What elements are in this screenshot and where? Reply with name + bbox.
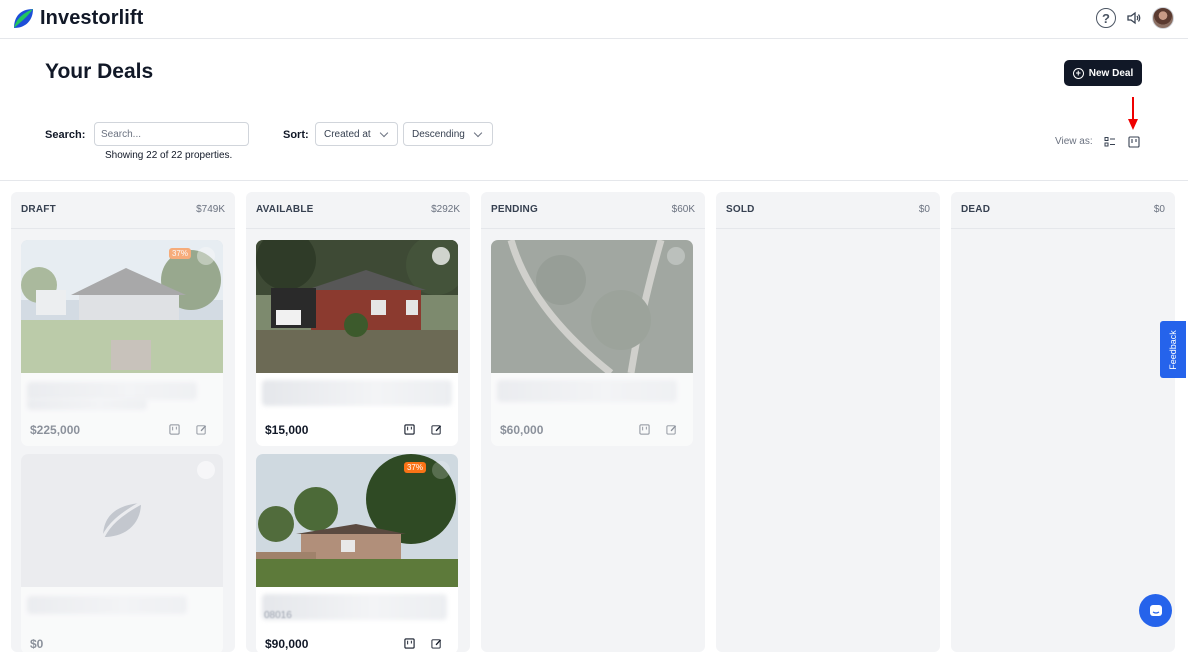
sort-label: Sort: (283, 129, 309, 141)
deal-card[interactable]: $0 (21, 454, 223, 654)
divider (716, 228, 940, 229)
property-photo (491, 240, 693, 373)
board-icon[interactable] (169, 424, 180, 435)
divider (0, 180, 1188, 181)
column-name: AVAILABLE (256, 204, 314, 215)
deal-price: $60,000 (500, 423, 544, 437)
feedback-tab[interactable]: Feedback (1160, 321, 1186, 378)
blurred-address (262, 380, 452, 406)
column-header: DEAD $0 (961, 204, 1165, 215)
discount-badge: 37% (403, 462, 426, 473)
board-view-icon[interactable] (1128, 136, 1140, 148)
top-bar: Investorlift ? (0, 0, 1188, 39)
column-dead: DEAD $0 (951, 192, 1175, 652)
deal-card[interactable]: 37% $225,000 (21, 240, 223, 446)
app-name: Investorlift (40, 6, 144, 29)
property-photo (256, 240, 458, 373)
deal-card[interactable]: 37% 08016 $90,000 (256, 454, 458, 654)
chat-launcher-button[interactable] (1139, 594, 1172, 627)
blurred-address (497, 380, 677, 402)
view-as-label: View as: (1055, 136, 1093, 147)
column-total: $292K (431, 204, 460, 215)
feedback-label: Feedback (1168, 329, 1178, 370)
deal-price: $0 (30, 637, 44, 651)
sort-field-value: Created at (324, 128, 371, 140)
column-available: AVAILABLE $292K $15,000 37% 08016 $90,00… (246, 192, 470, 654)
blurred-zip: 08016 (264, 610, 292, 621)
eye-icon[interactable] (197, 247, 215, 265)
property-photo (21, 240, 223, 373)
chat-bubble-icon (1149, 604, 1162, 616)
search-label: Search: (45, 129, 86, 141)
blurred-address (27, 596, 187, 614)
eye-icon[interactable] (197, 461, 215, 479)
eye-icon[interactable] (667, 247, 685, 265)
sort-order-select[interactable]: Descending (403, 122, 493, 146)
chevron-down-icon (473, 128, 483, 137)
question-circle-icon[interactable]: ? (1096, 8, 1116, 28)
leaf-logo-icon (14, 9, 33, 28)
column-header: SOLD $0 (726, 204, 930, 215)
column-sold: SOLD $0 (716, 192, 940, 652)
column-header: PENDING $60K (491, 204, 695, 215)
edit-icon[interactable] (431, 424, 442, 435)
sort-field-select[interactable]: Created at (315, 122, 398, 146)
deal-price: $90,000 (265, 637, 309, 651)
column-total: $0 (1153, 204, 1165, 215)
column-name: DRAFT (21, 204, 56, 215)
page-title: Your Deals (45, 60, 154, 83)
user-avatar[interactable] (1152, 7, 1174, 29)
app-logo[interactable]: Investorlift (11, 6, 143, 30)
header-actions: ? (1096, 7, 1174, 29)
deal-card[interactable]: $60,000 (491, 240, 693, 446)
eye-icon[interactable] (432, 247, 450, 265)
blurred-address (27, 398, 147, 410)
divider (11, 228, 235, 229)
column-header: DRAFT $749K (21, 204, 225, 215)
column-name: PENDING (491, 204, 538, 215)
new-deal-button[interactable]: + New Deal (1064, 60, 1142, 86)
edit-icon[interactable] (196, 424, 207, 435)
deal-card[interactable]: $15,000 (256, 240, 458, 446)
board-icon[interactable] (639, 424, 650, 435)
edit-icon[interactable] (666, 424, 677, 435)
new-deal-label: New Deal (1088, 67, 1134, 79)
column-total: $60K (671, 204, 695, 215)
divider (481, 228, 705, 229)
speaker-icon[interactable] (1126, 10, 1142, 26)
column-name: DEAD (961, 204, 991, 215)
deal-price: $225,000 (30, 423, 81, 437)
annotation-arrow-icon (1128, 97, 1138, 130)
leaf-placeholder-icon (101, 501, 142, 538)
divider (951, 228, 1175, 229)
column-pending: PENDING $60K $60,000 (481, 192, 705, 652)
property-photo (256, 454, 458, 587)
discount-badge: 37% (168, 248, 191, 259)
column-name: SOLD (726, 204, 755, 215)
chevron-down-icon (379, 128, 388, 137)
property-photo-placeholder (21, 454, 223, 587)
board-icon[interactable] (404, 424, 415, 435)
eye-icon[interactable] (432, 461, 450, 479)
search-input[interactable] (94, 122, 249, 146)
column-total: $749K (196, 204, 225, 215)
deal-price: $15,000 (265, 423, 309, 437)
column-header: AVAILABLE $292K (256, 204, 460, 215)
column-draft: DRAFT $749K 37% $225,000 $0 (11, 192, 235, 654)
divider (246, 228, 470, 229)
list-view-icon[interactable] (1104, 136, 1116, 148)
plus-circle-icon: + (1072, 67, 1084, 79)
column-total: $0 (918, 204, 930, 215)
results-count: Showing 22 of 22 properties. (105, 150, 233, 161)
sort-order-value: Descending (412, 128, 465, 140)
